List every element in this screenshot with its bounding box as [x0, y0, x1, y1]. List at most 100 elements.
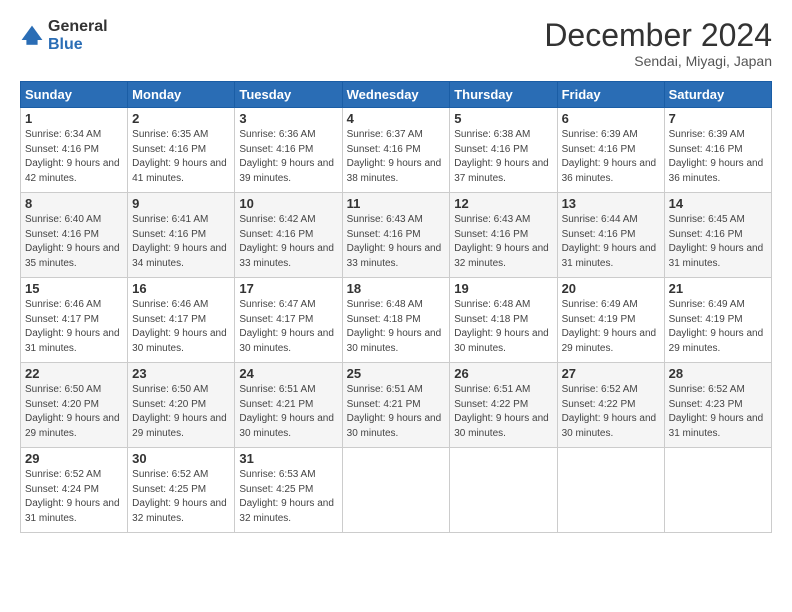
table-row: 21 Sunrise: 6:49 AMSunset: 4:19 PMDaylig… — [664, 278, 771, 363]
table-row: 29 Sunrise: 6:52 AMSunset: 4:24 PMDaylig… — [21, 448, 128, 533]
table-row: 8 Sunrise: 6:40 AMSunset: 4:16 PMDayligh… — [21, 193, 128, 278]
day-number: 30 — [132, 451, 230, 466]
table-row: 25 Sunrise: 6:51 AMSunset: 4:21 PMDaylig… — [342, 363, 450, 448]
day-number: 1 — [25, 111, 123, 126]
day-number: 8 — [25, 196, 123, 211]
day-number: 26 — [454, 366, 552, 381]
table-row: 28 Sunrise: 6:52 AMSunset: 4:23 PMDaylig… — [664, 363, 771, 448]
table-row: 14 Sunrise: 6:45 AMSunset: 4:16 PMDaylig… — [664, 193, 771, 278]
day-number: 9 — [132, 196, 230, 211]
calendar-header-row: Sunday Monday Tuesday Wednesday Thursday… — [21, 82, 772, 108]
table-row: 16 Sunrise: 6:46 AMSunset: 4:17 PMDaylig… — [128, 278, 235, 363]
col-monday: Monday — [128, 82, 235, 108]
table-row — [342, 448, 450, 533]
table-row: 24 Sunrise: 6:51 AMSunset: 4:21 PMDaylig… — [235, 363, 342, 448]
day-detail: Sunrise: 6:42 AMSunset: 4:16 PMDaylight:… — [239, 214, 334, 269]
day-number: 13 — [562, 196, 660, 211]
day-number: 14 — [669, 196, 767, 211]
day-detail: Sunrise: 6:46 AMSunset: 4:17 PMDaylight:… — [25, 299, 120, 354]
table-row: 6 Sunrise: 6:39 AMSunset: 4:16 PMDayligh… — [557, 108, 664, 193]
day-number: 2 — [132, 111, 230, 126]
day-detail: Sunrise: 6:47 AMSunset: 4:17 PMDaylight:… — [239, 299, 334, 354]
day-number: 11 — [347, 196, 446, 211]
table-row: 30 Sunrise: 6:52 AMSunset: 4:25 PMDaylig… — [128, 448, 235, 533]
day-detail: Sunrise: 6:49 AMSunset: 4:19 PMDaylight:… — [669, 299, 764, 354]
day-number: 10 — [239, 196, 337, 211]
day-number: 3 — [239, 111, 337, 126]
table-row: 5 Sunrise: 6:38 AMSunset: 4:16 PMDayligh… — [450, 108, 557, 193]
col-friday: Friday — [557, 82, 664, 108]
table-row — [450, 448, 557, 533]
day-detail: Sunrise: 6:40 AMSunset: 4:16 PMDaylight:… — [25, 214, 120, 269]
day-detail: Sunrise: 6:39 AMSunset: 4:16 PMDaylight:… — [669, 129, 764, 184]
day-detail: Sunrise: 6:39 AMSunset: 4:16 PMDaylight:… — [562, 129, 657, 184]
day-number: 31 — [239, 451, 337, 466]
calendar-week-row: 15 Sunrise: 6:46 AMSunset: 4:17 PMDaylig… — [21, 278, 772, 363]
col-saturday: Saturday — [664, 82, 771, 108]
table-row — [557, 448, 664, 533]
day-number: 24 — [239, 366, 337, 381]
table-row: 18 Sunrise: 6:48 AMSunset: 4:18 PMDaylig… — [342, 278, 450, 363]
table-row: 12 Sunrise: 6:43 AMSunset: 4:16 PMDaylig… — [450, 193, 557, 278]
day-detail: Sunrise: 6:38 AMSunset: 4:16 PMDaylight:… — [454, 129, 549, 184]
day-detail: Sunrise: 6:48 AMSunset: 4:18 PMDaylight:… — [347, 299, 442, 354]
table-row: 11 Sunrise: 6:43 AMSunset: 4:16 PMDaylig… — [342, 193, 450, 278]
day-detail: Sunrise: 6:53 AMSunset: 4:25 PMDaylight:… — [239, 469, 334, 524]
day-number: 16 — [132, 281, 230, 296]
table-row: 22 Sunrise: 6:50 AMSunset: 4:20 PMDaylig… — [21, 363, 128, 448]
table-row: 9 Sunrise: 6:41 AMSunset: 4:16 PMDayligh… — [128, 193, 235, 278]
day-detail: Sunrise: 6:48 AMSunset: 4:18 PMDaylight:… — [454, 299, 549, 354]
table-row: 13 Sunrise: 6:44 AMSunset: 4:16 PMDaylig… — [557, 193, 664, 278]
table-row: 31 Sunrise: 6:53 AMSunset: 4:25 PMDaylig… — [235, 448, 342, 533]
table-row: 10 Sunrise: 6:42 AMSunset: 4:16 PMDaylig… — [235, 193, 342, 278]
day-number: 18 — [347, 281, 446, 296]
day-number: 25 — [347, 366, 446, 381]
day-detail: Sunrise: 6:44 AMSunset: 4:16 PMDaylight:… — [562, 214, 657, 269]
day-number: 28 — [669, 366, 767, 381]
day-number: 29 — [25, 451, 123, 466]
day-detail: Sunrise: 6:49 AMSunset: 4:19 PMDaylight:… — [562, 299, 657, 354]
calendar-week-row: 1 Sunrise: 6:34 AMSunset: 4:16 PMDayligh… — [21, 108, 772, 193]
day-number: 17 — [239, 281, 337, 296]
day-number: 19 — [454, 281, 552, 296]
table-row: 2 Sunrise: 6:35 AMSunset: 4:16 PMDayligh… — [128, 108, 235, 193]
table-row: 4 Sunrise: 6:37 AMSunset: 4:16 PMDayligh… — [342, 108, 450, 193]
day-detail: Sunrise: 6:36 AMSunset: 4:16 PMDaylight:… — [239, 129, 334, 184]
day-number: 21 — [669, 281, 767, 296]
day-detail: Sunrise: 6:52 AMSunset: 4:22 PMDaylight:… — [562, 384, 657, 439]
page-header: General Blue December 2024 Sendai, Miyag… — [20, 18, 772, 69]
calendar-week-row: 22 Sunrise: 6:50 AMSunset: 4:20 PMDaylig… — [21, 363, 772, 448]
day-detail: Sunrise: 6:46 AMSunset: 4:17 PMDaylight:… — [132, 299, 227, 354]
col-wednesday: Wednesday — [342, 82, 450, 108]
month-title: December 2024 — [544, 18, 772, 53]
day-detail: Sunrise: 6:50 AMSunset: 4:20 PMDaylight:… — [132, 384, 227, 439]
day-detail: Sunrise: 6:51 AMSunset: 4:21 PMDaylight:… — [239, 384, 334, 439]
table-row: 7 Sunrise: 6:39 AMSunset: 4:16 PMDayligh… — [664, 108, 771, 193]
table-row: 27 Sunrise: 6:52 AMSunset: 4:22 PMDaylig… — [557, 363, 664, 448]
day-detail: Sunrise: 6:51 AMSunset: 4:21 PMDaylight:… — [347, 384, 442, 439]
day-detail: Sunrise: 6:34 AMSunset: 4:16 PMDaylight:… — [25, 129, 120, 184]
day-detail: Sunrise: 6:52 AMSunset: 4:24 PMDaylight:… — [25, 469, 120, 524]
table-row: 1 Sunrise: 6:34 AMSunset: 4:16 PMDayligh… — [21, 108, 128, 193]
day-number: 23 — [132, 366, 230, 381]
day-detail: Sunrise: 6:43 AMSunset: 4:16 PMDaylight:… — [454, 214, 549, 269]
calendar-week-row: 8 Sunrise: 6:40 AMSunset: 4:16 PMDayligh… — [21, 193, 772, 278]
day-detail: Sunrise: 6:43 AMSunset: 4:16 PMDaylight:… — [347, 214, 442, 269]
table-row: 26 Sunrise: 6:51 AMSunset: 4:22 PMDaylig… — [450, 363, 557, 448]
table-row: 17 Sunrise: 6:47 AMSunset: 4:17 PMDaylig… — [235, 278, 342, 363]
table-row: 19 Sunrise: 6:48 AMSunset: 4:18 PMDaylig… — [450, 278, 557, 363]
day-number: 27 — [562, 366, 660, 381]
title-area: December 2024 Sendai, Miyagi, Japan — [544, 18, 772, 69]
logo-icon — [20, 24, 44, 48]
day-number: 20 — [562, 281, 660, 296]
col-thursday: Thursday — [450, 82, 557, 108]
day-number: 12 — [454, 196, 552, 211]
table-row — [664, 448, 771, 533]
logo-text: General Blue — [48, 18, 108, 53]
day-number: 6 — [562, 111, 660, 126]
day-number: 4 — [347, 111, 446, 126]
day-detail: Sunrise: 6:52 AMSunset: 4:25 PMDaylight:… — [132, 469, 227, 524]
col-tuesday: Tuesday — [235, 82, 342, 108]
logo-general-text: General — [48, 18, 108, 36]
logo-blue-text: Blue — [48, 36, 108, 54]
